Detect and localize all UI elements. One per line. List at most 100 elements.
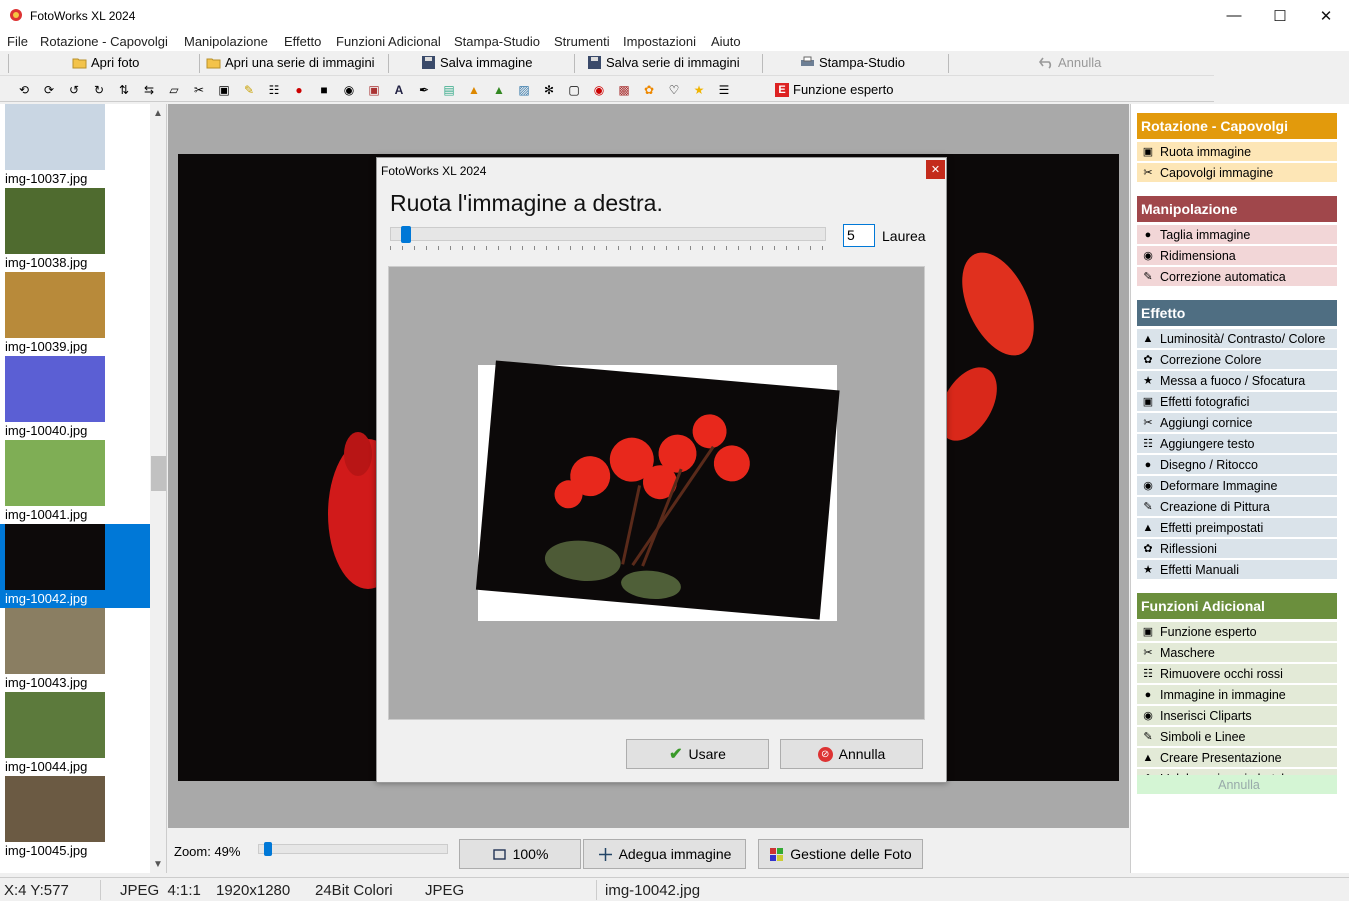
zoom-slider-knob[interactable] — [264, 842, 272, 856]
function-item[interactable]: ◉ Deformare Immagine — [1137, 476, 1337, 496]
draw-icon[interactable]: ✒ — [416, 82, 432, 98]
batch-icon[interactable]: ☰ — [716, 82, 732, 98]
function-item[interactable]: ✎ Correzione automatica — [1137, 267, 1337, 287]
function-item[interactable]: ● Immagine in immagine — [1137, 685, 1337, 705]
auto-correct-icon[interactable]: ✎ — [241, 82, 257, 98]
angle-input[interactable]: 5 — [843, 224, 875, 247]
angle-slider-knob[interactable] — [401, 226, 411, 243]
function-item[interactable]: ▲ Creare Presentazione — [1137, 748, 1337, 768]
flip-icon[interactable]: ⇅ — [116, 82, 132, 98]
menu-print-studio[interactable]: Stampa-Studio — [454, 34, 540, 49]
menu-additional[interactable]: Funzioni Adicional — [336, 34, 441, 49]
color-correction-icon[interactable]: ● — [291, 82, 307, 98]
function-item[interactable]: ✿ Riflessioni — [1137, 539, 1337, 559]
star-icon[interactable]: ★ — [691, 82, 707, 98]
zoom-slider[interactable] — [258, 842, 448, 856]
manual-effects-icon[interactable]: ✻ — [541, 82, 557, 98]
thumbnail-item[interactable]: img-10038.jpg — [0, 188, 150, 272]
menu-rotate[interactable]: Rotazione - Capovolgi — [40, 34, 168, 49]
symbols-icon[interactable]: ♡ — [666, 82, 682, 98]
brightness-icon[interactable]: ☷ — [266, 82, 282, 98]
function-item[interactable]: ★ Messa a fuoco / Sfocatura — [1137, 371, 1337, 391]
picture-in-picture-icon[interactable]: ▩ — [616, 82, 632, 98]
print-studio-button[interactable]: Stampa-Studio — [800, 55, 905, 70]
undo-toolbar-button[interactable]: Annulla — [1039, 55, 1101, 70]
thumbnail-item[interactable]: img-10043.jpg — [0, 608, 150, 692]
menu-settings[interactable]: Impostazioni — [623, 34, 696, 49]
scroll-up-arrow-icon[interactable]: ▲ — [153, 108, 163, 119]
function-item[interactable]: ★ Effetti Manuali — [1137, 560, 1337, 580]
sharpen-icon[interactable]: ■ — [316, 82, 332, 98]
minimize-button[interactable]: — — [1211, 0, 1257, 31]
expert-function-button[interactable]: E Funzione esperto — [775, 82, 893, 97]
function-item[interactable]: ▣ Ruota immagine — [1137, 142, 1337, 162]
scrollbar-thumb[interactable] — [151, 456, 166, 491]
section-header[interactable]: Rotazione - Capovolgi — [1137, 113, 1337, 139]
use-button[interactable]: ✔ Usare — [626, 739, 769, 769]
thumbnail-item[interactable]: img-10042.jpg — [0, 524, 150, 608]
clipart-icon[interactable]: ✿ — [641, 82, 657, 98]
thumbnail-item[interactable]: img-10037.jpg — [0, 104, 150, 188]
thumbnail-item[interactable]: img-10040.jpg — [0, 356, 150, 440]
function-item[interactable]: ◉ Inserisci Cliparts — [1137, 706, 1337, 726]
rotate-right-icon[interactable]: ⟳ — [41, 82, 57, 98]
presets-icon[interactable]: ▲ — [491, 82, 507, 98]
function-item[interactable]: ● Disegno / Ritocco — [1137, 455, 1337, 475]
section-header[interactable]: Funzioni Adicional — [1137, 593, 1337, 619]
function-item[interactable]: ▣ Effetti fotografici — [1137, 392, 1337, 412]
fit-image-button[interactable]: Adegua immagine — [583, 839, 746, 869]
thumbnail-item[interactable]: img-10045.jpg — [0, 776, 150, 860]
function-item[interactable]: ✎ Simboli e Linee — [1137, 727, 1337, 747]
paint-icon[interactable]: ▲ — [466, 82, 482, 98]
function-item[interactable]: ◉ Ridimensiona — [1137, 246, 1337, 266]
rotate-ccw-icon[interactable]: ↺ — [66, 82, 82, 98]
function-item[interactable]: ✂ Capovolgi immagine — [1137, 163, 1337, 183]
menu-effect[interactable]: Effetto — [284, 34, 321, 49]
section-header[interactable]: Manipolazione — [1137, 196, 1337, 222]
save-image-button[interactable]: Salva immagine — [421, 55, 533, 70]
zoom-100-button[interactable]: 100% — [459, 839, 581, 869]
thumbnail-scrollbar[interactable]: ▲ ▼ — [150, 104, 166, 873]
menu-file[interactable]: File — [7, 34, 28, 49]
deform-icon[interactable]: ▤ — [441, 82, 457, 98]
text-icon[interactable]: A — [391, 82, 407, 98]
function-item[interactable]: ✂ Maschere — [1137, 643, 1337, 663]
panel-undo-button[interactable]: Annulla — [1137, 775, 1337, 795]
reflections-icon[interactable]: ▨ — [516, 82, 532, 98]
section-header[interactable]: Effetto — [1137, 300, 1337, 326]
menu-tools[interactable]: Strumenti — [554, 34, 610, 49]
red-eye-icon[interactable]: ◉ — [591, 82, 607, 98]
function-item[interactable]: ▣ Funzione esperto — [1137, 622, 1337, 642]
mirror-icon[interactable]: ⇆ — [141, 82, 157, 98]
photo-manager-button[interactable]: Gestione delle Foto — [758, 839, 923, 869]
function-item[interactable]: ▲ Effetti preimpostati — [1137, 518, 1337, 538]
menu-manipulation[interactable]: Manipolazione — [184, 34, 268, 49]
scissors-icon[interactable]: ✂ — [191, 82, 207, 98]
close-button[interactable]: ✕ — [1303, 0, 1349, 31]
angle-slider[interactable] — [390, 226, 826, 243]
open-photo-button[interactable]: Apri foto — [72, 55, 139, 70]
thumbnail-item[interactable]: img-10039.jpg — [0, 272, 150, 356]
rotate-cw-icon[interactable]: ↻ — [91, 82, 107, 98]
function-item[interactable]: ● Taglia immagine — [1137, 225, 1337, 245]
function-item[interactable]: ☷ Aggiungere testo — [1137, 434, 1337, 454]
function-item[interactable]: ☷ Rimuovere occhi rossi — [1137, 664, 1337, 684]
frame-icon[interactable]: ▣ — [366, 82, 382, 98]
save-series-button[interactable]: Salva serie di immagini — [587, 55, 740, 70]
cancel-button[interactable]: ⊘ Annulla — [780, 739, 923, 769]
function-item[interactable]: ✂ Aggiungi cornice — [1137, 413, 1337, 433]
function-item[interactable]: ▲ Luminosità/ Contrasto/ Colore — [1137, 329, 1337, 349]
scroll-down-arrow-icon[interactable]: ▼ — [153, 859, 163, 870]
open-series-button[interactable]: Apri una serie di immagini — [206, 55, 375, 70]
maximize-button[interactable]: ☐ — [1257, 0, 1303, 31]
resize-icon[interactable]: ▣ — [216, 82, 232, 98]
function-item[interactable]: ✎ Creazione di Pittura — [1137, 497, 1337, 517]
thumbnail-item[interactable]: img-10044.jpg — [0, 692, 150, 776]
mask-icon[interactable]: ▢ — [566, 82, 582, 98]
rotate-left-icon[interactable]: ⟲ — [16, 82, 32, 98]
photo-effects-icon[interactable]: ◉ — [341, 82, 357, 98]
skew-icon[interactable]: ▱ — [166, 82, 182, 98]
thumbnail-item[interactable]: img-10041.jpg — [0, 440, 150, 524]
function-item[interactable]: ✿ Correzione Colore — [1137, 350, 1337, 370]
menu-help[interactable]: Aiuto — [711, 34, 741, 49]
